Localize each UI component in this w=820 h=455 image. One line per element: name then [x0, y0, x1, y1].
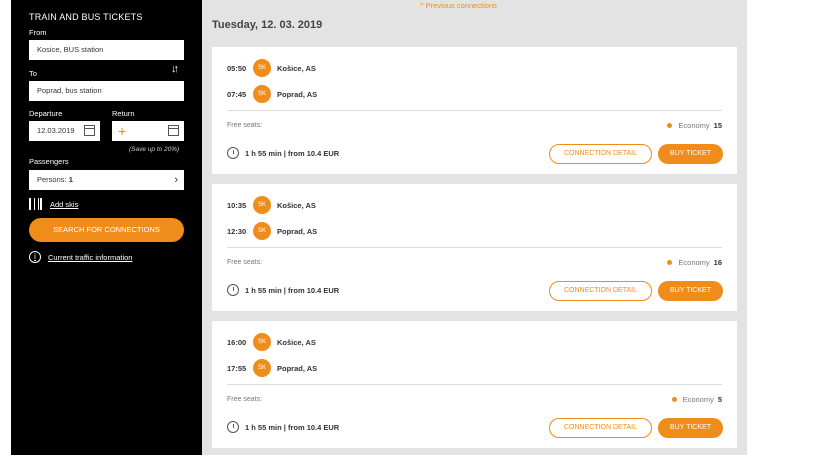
return-label: Return — [112, 109, 135, 118]
status-dot-icon — [667, 123, 673, 128]
return-save-note: (Save up to 20%) — [129, 146, 180, 153]
clock-icon — [227, 421, 239, 433]
return-date-field[interactable]: + — [112, 121, 184, 141]
persons-count: 1 — [68, 175, 73, 184]
seat-count: 5 — [717, 395, 722, 404]
duration-price-text: 1 h 55 min | from 10.4 EUR — [245, 148, 340, 158]
sidebar-title: TRAIN AND BUS TICKETS — [29, 12, 143, 22]
seat-class: Economy — [678, 121, 710, 130]
departure-time: 05:50 — [227, 63, 247, 73]
results-date-heading: Tuesday, 12. 03. 2019 — [212, 19, 323, 31]
add-skis-link[interactable]: Add skis — [29, 198, 78, 210]
departure-time: 10:35 — [227, 200, 247, 210]
departure-row: 05:50 SK Košice, AS — [227, 59, 316, 77]
calendar-icon[interactable] — [84, 125, 95, 136]
departure-label: Departure — [29, 109, 63, 118]
search-sidebar: TRAIN AND BUS TICKETS From Kosice, BUS s… — [11, 0, 202, 455]
seat-class: Economy — [682, 395, 714, 404]
free-seats-label: Free seats: — [227, 259, 263, 266]
departure-station: Košice, AS — [277, 63, 316, 73]
divider — [227, 384, 722, 385]
arrival-time: 12:30 — [227, 226, 247, 236]
arrival-station: Poprad, AS — [277, 89, 318, 99]
connection-detail-button[interactable]: CONNECTION DETAIL — [549, 144, 652, 164]
info-icon: i — [29, 251, 41, 263]
calendar-icon[interactable] — [168, 125, 179, 136]
arrival-row: 07:45 SK Poprad, AS — [227, 85, 317, 103]
results-panel: ^ Previous connections Tuesday, 12. 03. … — [202, 0, 747, 455]
arrival-station: Poprad, AS — [277, 363, 318, 373]
connection-card: 10:35 SK Košice, AS 12:30 SK Poprad, AS … — [212, 184, 737, 311]
buy-ticket-button[interactable]: BUY TICKET — [658, 418, 723, 438]
traffic-info-label: Current traffic information — [48, 252, 133, 262]
departure-row: 16:00 SK Košice, AS — [227, 333, 316, 351]
connection-detail-button[interactable]: CONNECTION DETAIL — [549, 281, 652, 301]
add-skis-label: Add skis — [50, 199, 79, 209]
connection-detail-button[interactable]: CONNECTION DETAIL — [549, 418, 652, 438]
from-field[interactable]: Kosice, BUS station — [29, 40, 184, 60]
carrier-badge: SK — [253, 59, 271, 77]
clock-icon — [227, 284, 239, 296]
buy-ticket-button[interactable]: BUY TICKET — [658, 281, 723, 301]
skis-icon — [29, 198, 42, 210]
add-return-icon[interactable]: + — [118, 122, 126, 140]
economy-seats: Economy 5 — [671, 395, 722, 404]
departure-date-field[interactable]: 12.03.2019 — [29, 121, 100, 141]
swap-icon[interactable]: ↓↑ — [171, 63, 179, 75]
search-connections-button[interactable]: SEARCH FOR CONNECTIONS — [29, 218, 184, 242]
duration-price: 1 h 55 min | from 10.4 EUR — [227, 284, 339, 296]
to-field[interactable]: Poprad, bus station — [29, 81, 184, 101]
divider — [227, 110, 722, 111]
duration-price-text: 1 h 55 min | from 10.4 EUR — [245, 422, 340, 432]
carrier-badge: SK — [253, 359, 271, 377]
duration-price: 1 h 55 min | from 10.4 EUR — [227, 147, 339, 159]
traffic-info-link[interactable]: i Current traffic information — [29, 251, 132, 263]
arrival-time: 17:55 — [227, 363, 247, 373]
status-dot-icon — [667, 260, 673, 265]
carrier-badge: SK — [253, 222, 271, 240]
seat-count: 15 — [713, 121, 722, 130]
arrival-row: 12:30 SK Poprad, AS — [227, 222, 317, 240]
passengers-selector[interactable]: Persons: 1 › — [29, 170, 184, 190]
status-dot-icon — [671, 397, 677, 402]
arrival-row: 17:55 SK Poprad, AS — [227, 359, 317, 377]
free-seats-label: Free seats: — [227, 396, 263, 403]
seat-class: Economy — [678, 258, 710, 267]
persons-prefix: Persons: — [37, 175, 69, 184]
departure-row: 10:35 SK Košice, AS — [227, 196, 316, 214]
carrier-badge: SK — [253, 196, 271, 214]
carrier-badge: SK — [253, 85, 271, 103]
clock-icon — [227, 147, 239, 159]
from-label: From — [29, 28, 47, 37]
carrier-badge: SK — [253, 333, 271, 351]
buy-ticket-button[interactable]: BUY TICKET — [658, 144, 723, 164]
duration-price: 1 h 55 min | from 10.4 EUR — [227, 421, 339, 433]
passengers-label: Passengers — [29, 157, 69, 166]
seat-count: 16 — [713, 258, 722, 267]
connection-card: 05:50 SK Košice, AS 07:45 SK Poprad, AS … — [212, 47, 737, 174]
free-seats-label: Free seats: — [227, 122, 263, 129]
arrival-station: Poprad, AS — [277, 226, 318, 236]
departure-time: 16:00 — [227, 337, 247, 347]
duration-price-text: 1 h 55 min | from 10.4 EUR — [245, 285, 340, 295]
connection-card: 16:00 SK Košice, AS 17:55 SK Poprad, AS … — [212, 321, 737, 448]
previous-connections-link[interactable]: ^ Previous connections — [420, 1, 497, 10]
divider — [227, 247, 722, 248]
departure-station: Košice, AS — [277, 200, 316, 210]
departure-date-value: 12.03.2019 — [37, 126, 75, 135]
arrival-time: 07:45 — [227, 89, 247, 99]
departure-station: Košice, AS — [277, 337, 316, 347]
economy-seats: Economy 15 — [667, 121, 722, 130]
to-label: To — [29, 69, 37, 78]
economy-seats: Economy 16 — [667, 258, 722, 267]
chevron-right-icon: › — [174, 174, 178, 186]
